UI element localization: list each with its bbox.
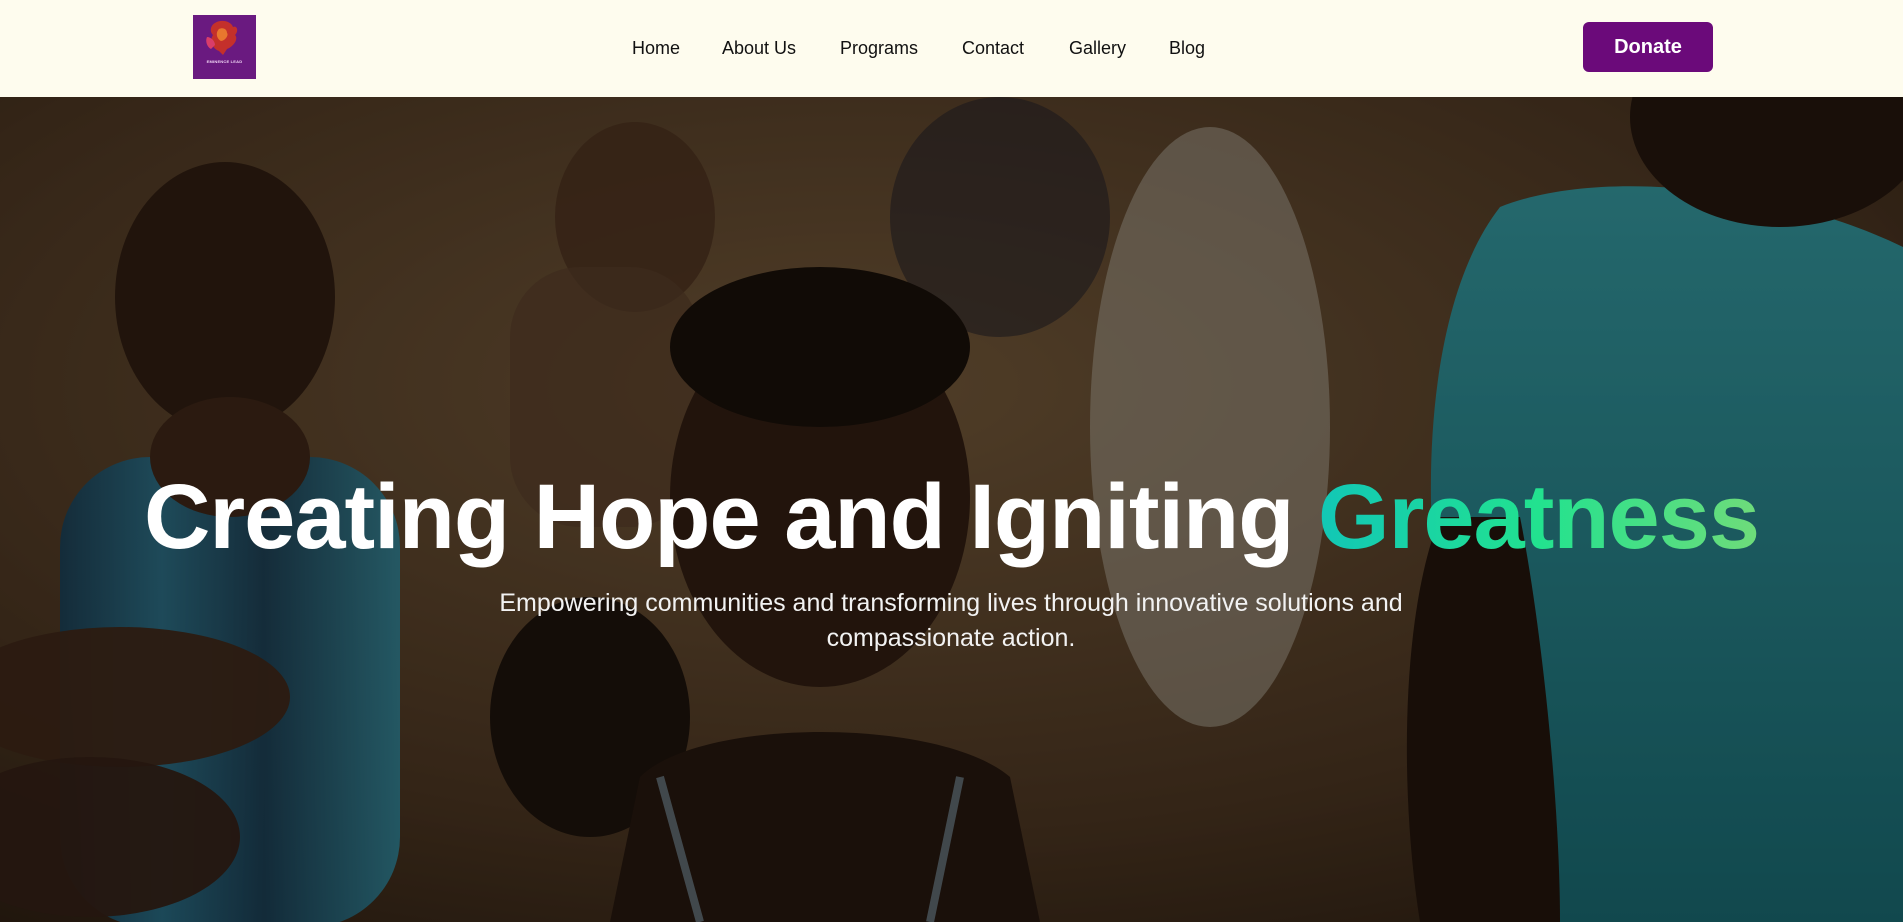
donate-button[interactable]: Donate — [1583, 22, 1713, 72]
logo[interactable]: EMINENCE LEAD — [193, 15, 256, 79]
hero-title: Creating Hope and Igniting Greatness — [0, 462, 1903, 572]
hero-section: Creating Hope and Igniting Greatness Emp… — [0, 97, 1903, 922]
nav-contact[interactable]: Contact — [962, 36, 1024, 60]
hero-title-accent: Greatness — [1318, 466, 1760, 568]
hero-subtitle: Empowering communities and transforming … — [499, 589, 1403, 652]
hero-title-main: Creating Hope and Igniting — [143, 466, 1319, 568]
site-header: EMINENCE LEAD Home About Us Programs Con… — [0, 0, 1903, 97]
nav-gallery[interactable]: Gallery — [1069, 36, 1126, 60]
nav-blog[interactable]: Blog — [1169, 36, 1205, 60]
logo-text: EMINENCE LEAD — [206, 59, 243, 64]
nav-programs[interactable]: Programs — [840, 36, 918, 60]
nav-home[interactable]: Home — [632, 36, 680, 60]
nav-about-us[interactable]: About Us — [722, 36, 796, 60]
flame-hand-logo-icon — [206, 20, 238, 55]
